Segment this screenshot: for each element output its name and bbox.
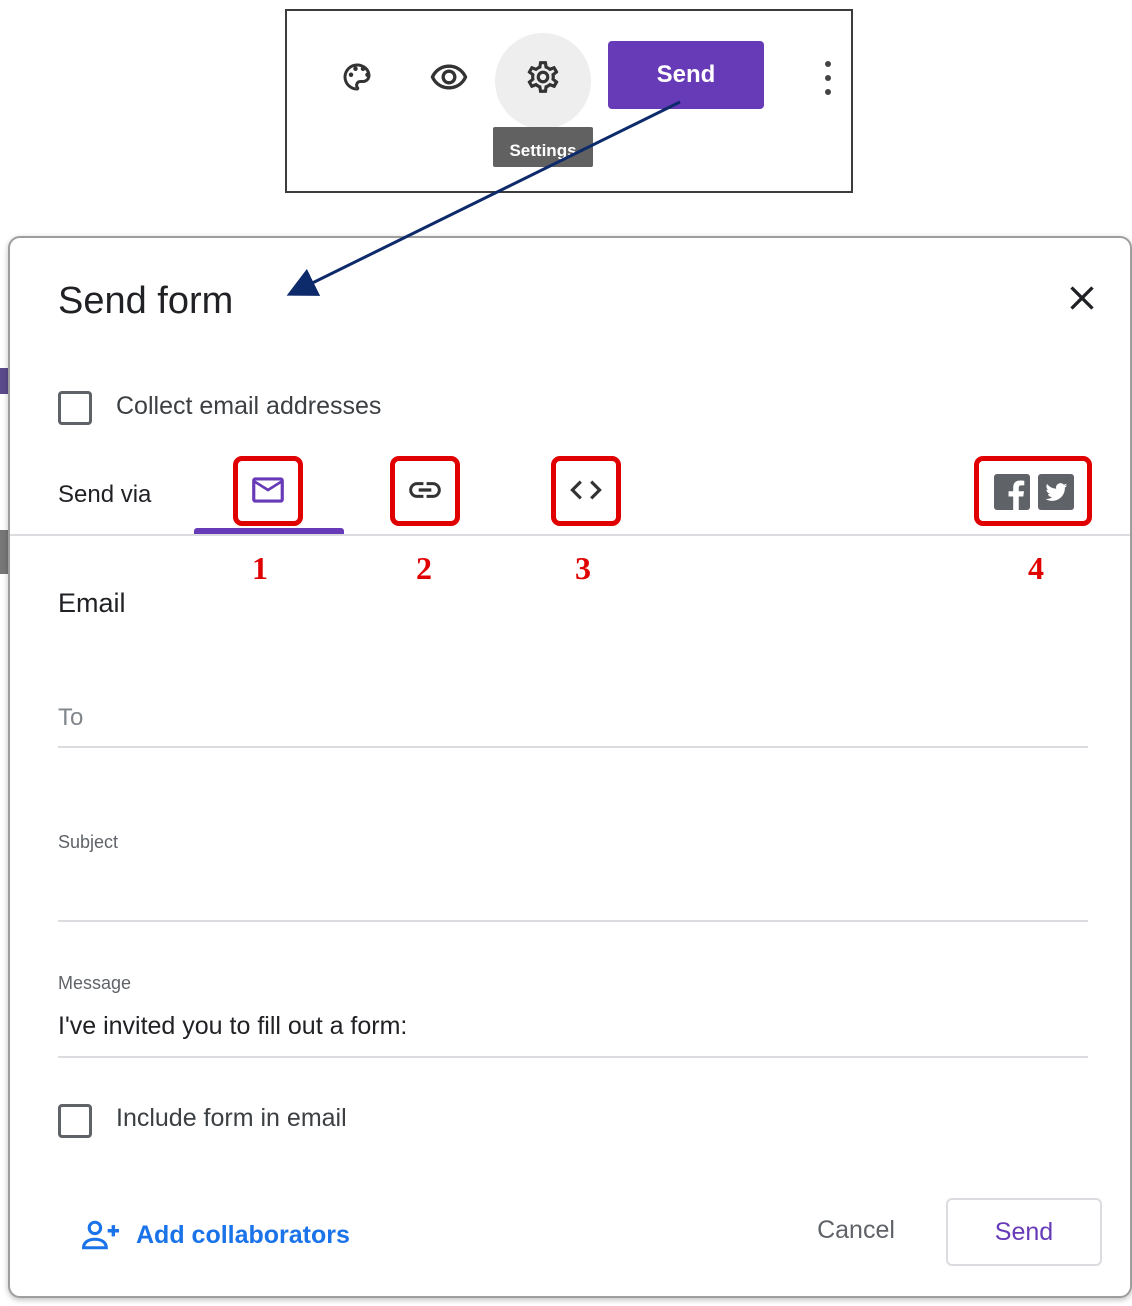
to-field[interactable]: To: [58, 704, 83, 732]
send-form-dialog: Send form Collect email addresses Send v…: [8, 236, 1132, 1298]
forms-toolbar: Send Settings: [285, 9, 853, 193]
gear-icon[interactable]: [521, 55, 565, 99]
tab-link[interactable]: [395, 460, 455, 520]
palette-icon[interactable]: [335, 55, 379, 99]
message-field[interactable]: I've invited you to fill out a form:: [58, 1012, 407, 1041]
send-via-label: Send via: [58, 481, 152, 508]
code-icon: [570, 480, 602, 500]
dialog-title: Send form: [58, 280, 234, 322]
annotation-number: 3: [575, 550, 591, 586]
tooltip-text: Settings: [509, 141, 577, 160]
page-edge-artifact: [0, 530, 8, 574]
tab-embed[interactable]: [556, 460, 616, 520]
eye-icon[interactable]: [427, 55, 471, 99]
subject-field[interactable]: [58, 868, 1088, 908]
annotation-number: 1: [252, 550, 268, 586]
subject-label: Subject: [58, 832, 119, 852]
annotation-number: 4: [1028, 550, 1044, 586]
annotation-number: 2: [416, 550, 432, 586]
cancel-button[interactable]: Cancel: [792, 1198, 920, 1262]
facebook-icon[interactable]: [994, 474, 1030, 510]
send-button[interactable]: Send: [946, 1198, 1102, 1266]
twitter-icon[interactable]: [1038, 474, 1074, 510]
settings-tooltip: Settings: [493, 127, 593, 167]
email-section-title: Email: [58, 588, 126, 618]
mail-icon: [252, 477, 284, 503]
tab-email[interactable]: [238, 460, 298, 520]
message-label: Message: [58, 973, 132, 993]
include-form-checkbox[interactable]: [58, 1104, 92, 1138]
include-form-label: Include form in email: [116, 1104, 347, 1132]
toolbar-send-button[interactable]: Send: [608, 41, 764, 109]
page-edge-artifact: [0, 368, 8, 394]
to-field-underline: [58, 746, 1088, 748]
message-field-underline: [58, 1056, 1088, 1058]
close-icon[interactable]: [1062, 278, 1102, 318]
tab-social[interactable]: [982, 464, 1086, 520]
more-vert-icon[interactable]: [823, 61, 833, 95]
person-add-icon: [82, 1220, 119, 1250]
collect-email-checkbox[interactable]: [58, 391, 92, 425]
add-collaborators-label: Add collaborators: [136, 1220, 350, 1249]
add-collaborators-button[interactable]: Add collaborators: [80, 1218, 350, 1252]
tabs-divider: [10, 534, 1130, 536]
collect-email-label: Collect email addresses: [116, 392, 382, 420]
link-icon: [409, 482, 441, 498]
subject-field-underline: [58, 920, 1088, 922]
